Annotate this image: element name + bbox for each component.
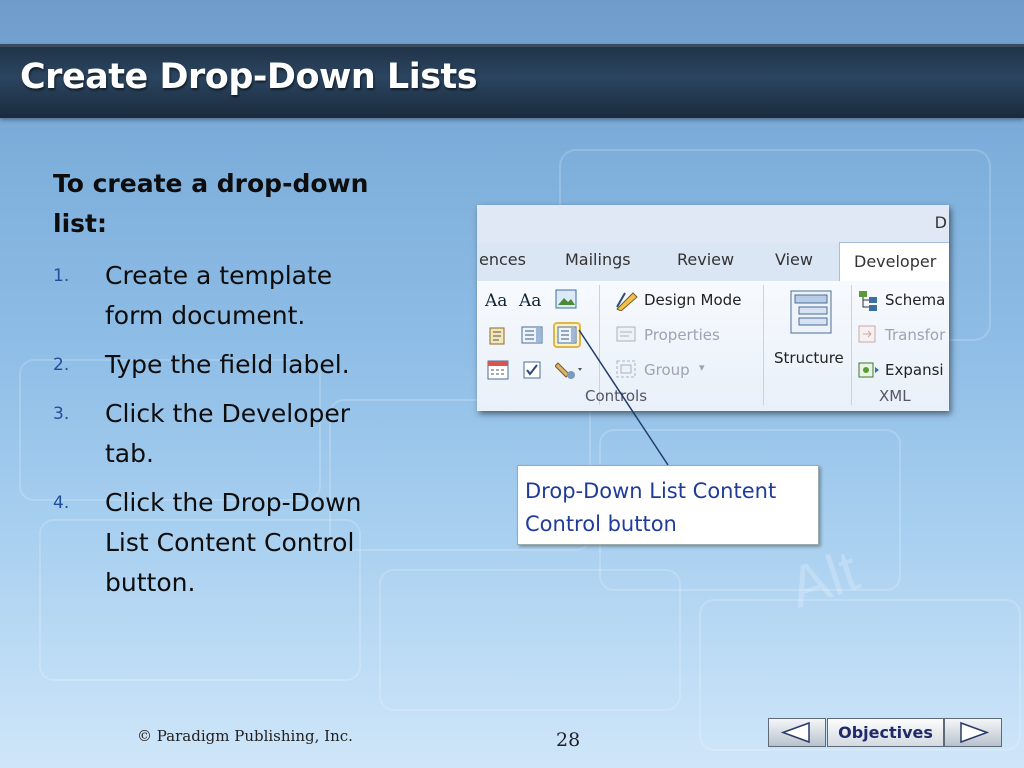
triangle-right-icon — [960, 721, 990, 744]
page-number: 28 — [556, 729, 581, 751]
previous-button[interactable] — [768, 718, 826, 747]
callout-box: Drop-Down List Content Control button — [517, 465, 819, 545]
next-button[interactable] — [944, 718, 1002, 747]
copyright-footer: © Paradigm Publishing, Inc. — [137, 727, 353, 745]
objectives-button[interactable]: Objectives — [827, 718, 944, 747]
triangle-left-icon — [780, 721, 810, 744]
slide: Alt Create Drop-Down Lists To create a d… — [0, 0, 1024, 768]
callout-text: Drop-Down List Content Control button — [525, 479, 777, 536]
callout-pointer-line — [578, 329, 669, 466]
